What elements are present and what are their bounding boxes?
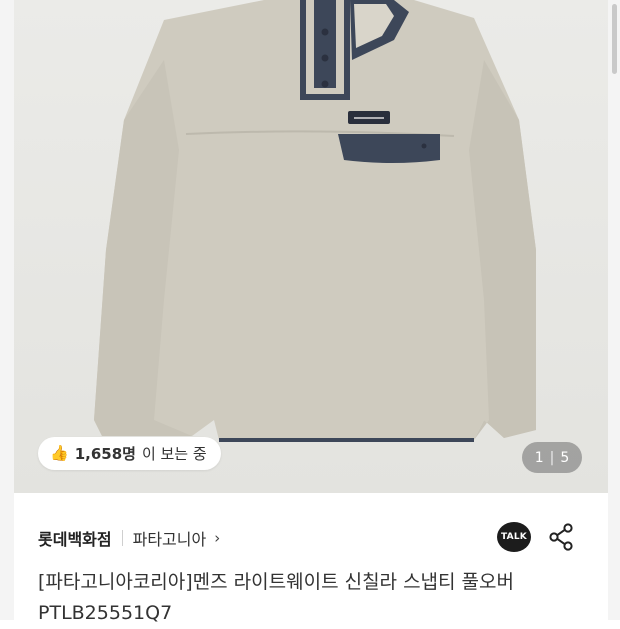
pager-total: 5 <box>560 449 570 466</box>
product-detail-screen: 👍 1,658명 이 보는 중 1 | 5 롯데백화점 파타고니아 › TALK… <box>0 0 620 624</box>
thumbs-up-icon: 👍 <box>50 444 69 462</box>
viewer-suffix: 이 보는 중 <box>141 445 207 463</box>
share-icon <box>549 523 573 551</box>
talk-label: TALK <box>501 532 527 542</box>
viewer-count: 1,658명 <box>74 445 136 463</box>
brand-link[interactable]: 파타고니아 › <box>133 526 221 550</box>
pager-separator: | <box>549 449 555 466</box>
pocket-flap <box>338 134 440 163</box>
scrollbar-thumb[interactable] <box>612 4 617 74</box>
image-pager: 1 | 5 <box>522 442 582 473</box>
pager-current: 1 <box>534 449 544 466</box>
share-button[interactable] <box>548 522 576 552</box>
chevron-right-icon: › <box>214 529 221 547</box>
product-image-gallery[interactable]: 👍 1,658명 이 보는 중 1 | 5 <box>14 0 608 493</box>
product-image[interactable] <box>14 0 608 493</box>
seller-row: 롯데백화점 파타고니아 › <box>38 520 220 556</box>
store-name[interactable]: 롯데백화점 <box>38 526 112 550</box>
scrollbar-track[interactable] <box>608 0 620 620</box>
brand-name: 파타고니아 <box>132 530 207 549</box>
viewers-badge: 👍 1,658명 이 보는 중 <box>38 437 221 470</box>
kakao-talk-button[interactable]: TALK <box>497 522 531 552</box>
left-margin <box>0 0 14 620</box>
divider <box>121 530 123 546</box>
